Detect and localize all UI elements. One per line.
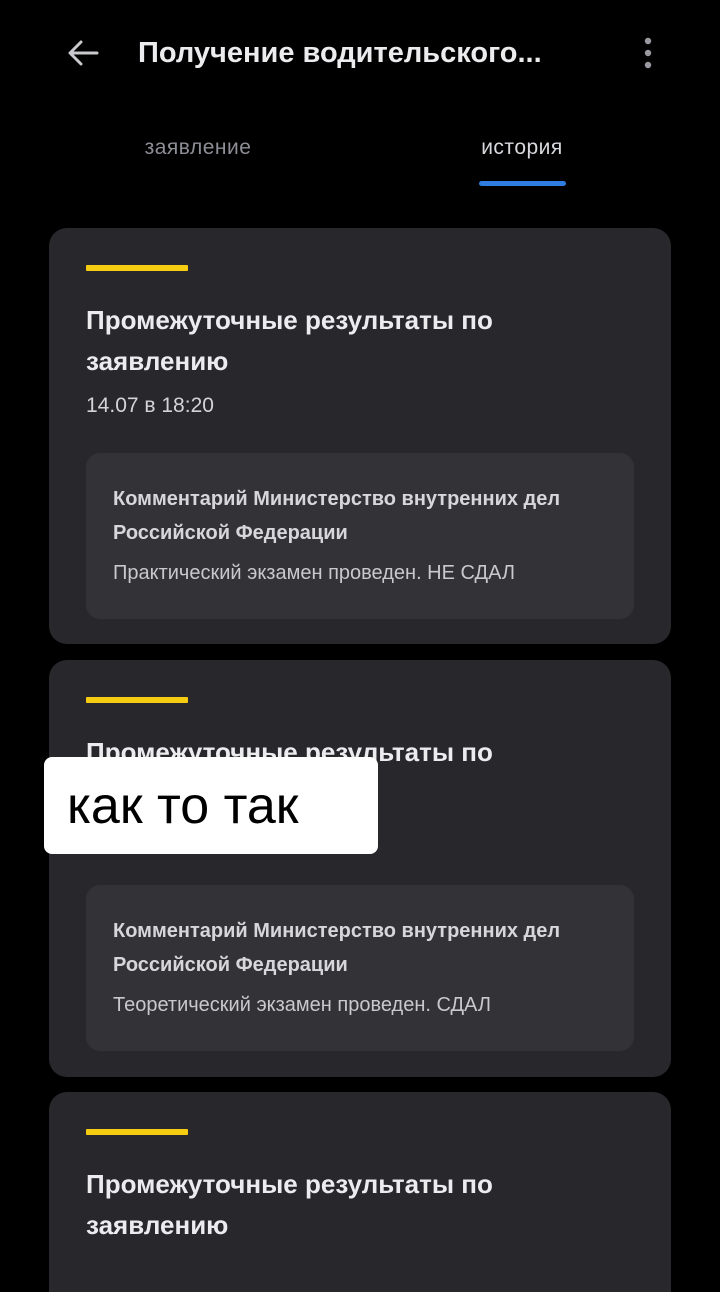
overlay-caption: как то так xyxy=(44,757,378,854)
tab-application-label: заявление xyxy=(144,136,252,159)
card-title: Промежуточные результаты по заявлению xyxy=(86,1169,493,1240)
comment-heading: Комментарий Министерство внутренних дел … xyxy=(113,920,561,976)
history-card: Промежуточные результаты по заявлению xyxy=(49,1092,671,1292)
history-card: Промежуточные результаты по заявлению 14… xyxy=(49,228,671,644)
status-accent-bar xyxy=(86,697,188,703)
more-vertical-icon xyxy=(644,37,652,69)
comment-box: Комментарий Министерство внутренних дел … xyxy=(86,885,634,1051)
tab-history[interactable]: история xyxy=(432,128,612,188)
comment-box: Комментарий Министерство внутренних дел … xyxy=(86,453,634,619)
tab-application[interactable]: заявление xyxy=(108,128,288,188)
comment-text: Практический экзамен проведен. НЕ СДАЛ xyxy=(113,562,515,584)
more-options-button[interactable] xyxy=(628,30,668,76)
tab-history-label: история xyxy=(481,136,563,159)
card-date: 14.07 в 18:20 xyxy=(86,394,214,417)
status-accent-bar xyxy=(86,265,188,271)
page-title: Получение водительского... xyxy=(138,37,542,69)
comment-text: Теоретический экзамен проведен. СДАЛ xyxy=(113,994,491,1016)
card-title: Промежуточные результаты по заявлению xyxy=(86,305,493,376)
history-card: Промежуточные результаты по Комментарий … xyxy=(49,660,671,1077)
back-button[interactable] xyxy=(60,30,106,76)
comment-heading: Комментарий Министерство внутренних дел … xyxy=(113,488,561,544)
arrow-left-icon xyxy=(68,40,99,66)
active-tab-indicator xyxy=(479,181,566,186)
status-accent-bar xyxy=(86,1129,188,1135)
